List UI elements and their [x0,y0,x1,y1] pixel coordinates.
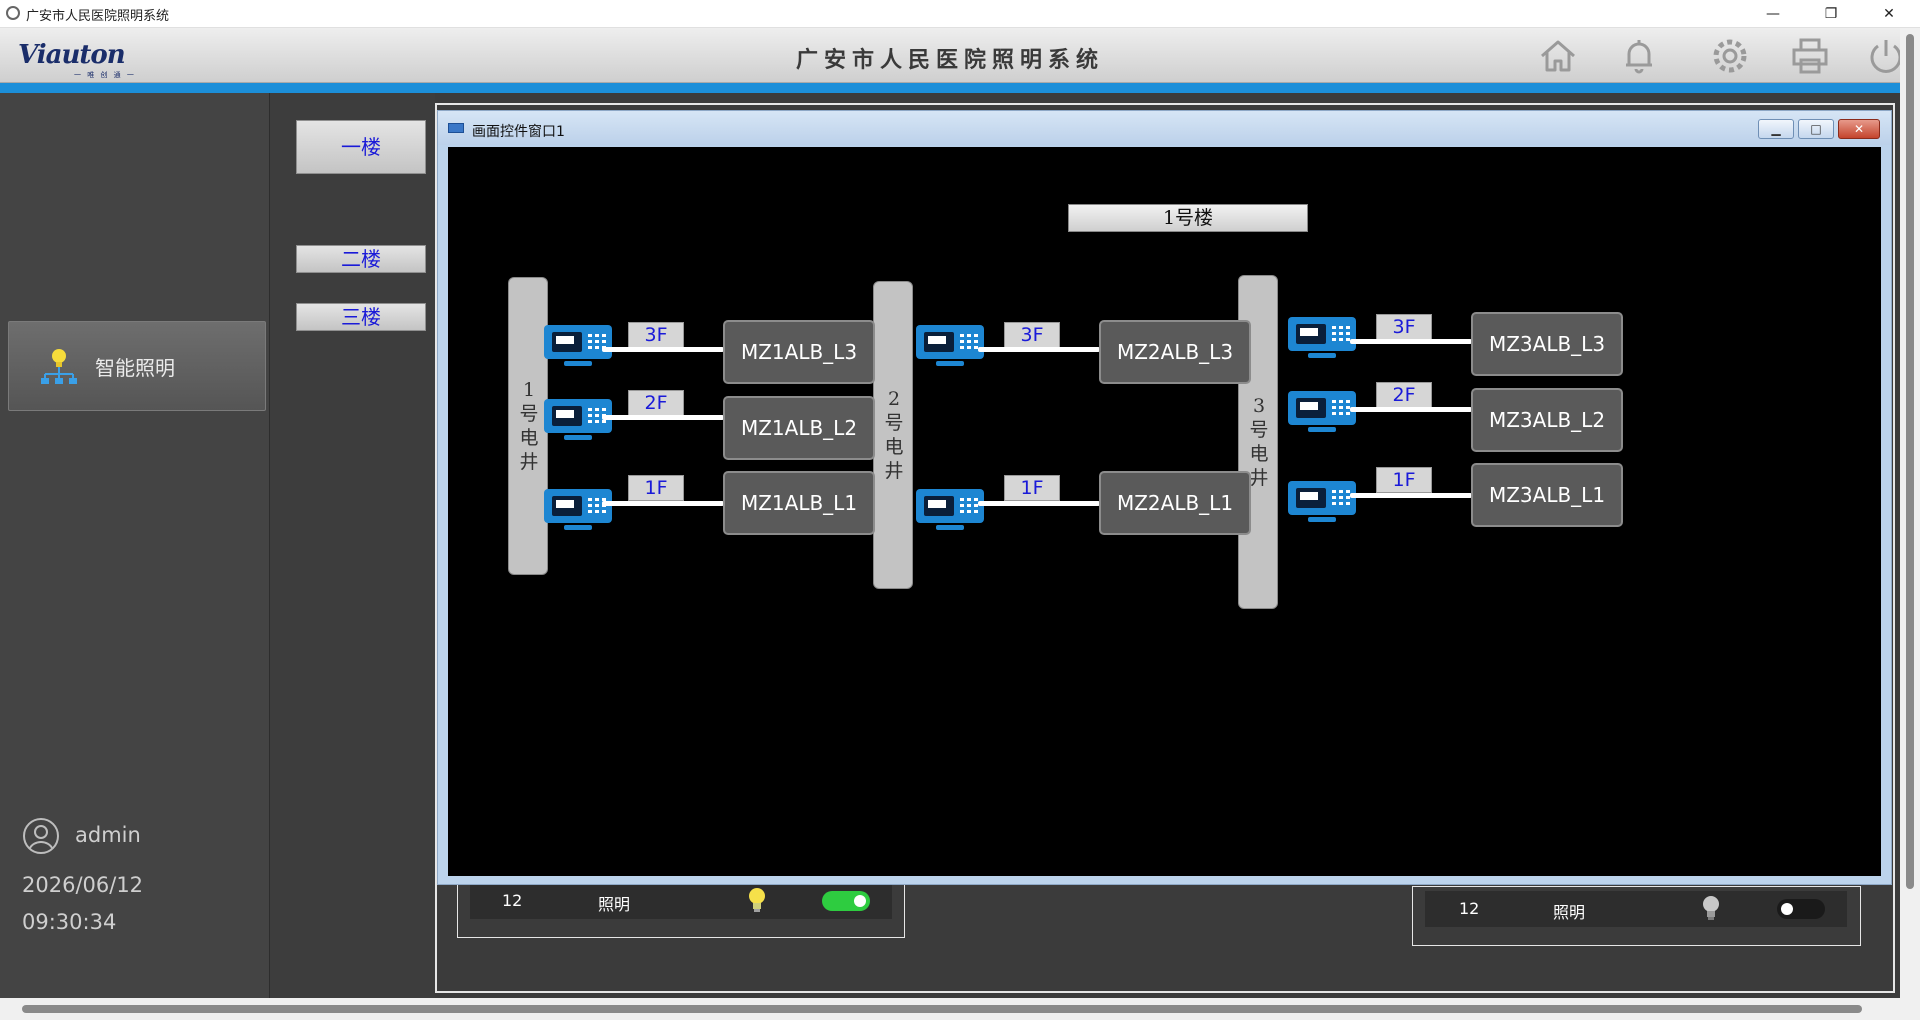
floor-button-2[interactable]: 二楼 [296,245,426,273]
printer-icon[interactable] [1788,34,1832,78]
sidebar: 智能照明 admin 2026/06/12 09:30:34 [0,93,270,998]
device-row: 12 照明 [1425,891,1847,927]
panel-MZ1ALB-L3[interactable]: MZ1ALB_L3 [723,320,875,384]
building-label: 1号楼 [1068,204,1308,232]
vertical-scroll-thumb[interactable] [1906,34,1914,889]
dialog-minimize-button[interactable]: ▁ [1758,119,1794,139]
connection-line [978,347,1100,352]
panel-MZ1ALB-L2[interactable]: MZ1ALB_L2 [723,396,875,460]
shaft-2[interactable]: 2号电井 [873,281,913,589]
distribution-device-icon[interactable] [1286,389,1358,435]
panel-MZ3ALB-L1[interactable]: MZ3ALB_L1 [1471,463,1623,527]
horizontal-scrollbar[interactable] [0,998,1900,1020]
minimize-button[interactable]: — [1750,0,1796,28]
toggle-knob [854,895,866,907]
distribution-device-icon[interactable] [1286,479,1358,525]
nav-item-label: 智能照明 [95,356,175,380]
restore-button[interactable]: ❐ [1808,0,1854,28]
panel-MZ2ALB-L1[interactable]: MZ2ALB_L1 [1099,471,1251,535]
device-number: 12 [1459,899,1480,918]
bell-icon[interactable] [1617,34,1661,78]
connection-line [1350,339,1472,344]
app-header: Viauton 一 唯 创 通 一 广安市人民医院照明系统 [0,28,1900,83]
nav-item-smart-lighting[interactable]: 智能照明 [8,321,266,411]
floor-button-3[interactable]: 三楼 [296,303,426,331]
os-titlebar: 广安市人民医院照明系统 — ❐ ✕ [0,0,1920,28]
distribution-device-icon[interactable] [1286,315,1358,361]
floor-tag: 1F [628,475,684,501]
dialog-maximize-button[interactable]: □ [1798,119,1834,139]
floor-selector-panel [270,93,435,998]
app-title: 广安市人民医院照明系统 [795,47,1104,73]
current-time: 09:30:34 [22,910,117,934]
power-icon[interactable] [1864,34,1900,78]
dialog-close-button[interactable]: ✕ [1838,119,1880,139]
gear-icon[interactable] [1708,34,1752,78]
horizontal-scroll-thumb[interactable] [22,1005,1862,1013]
connection-line [978,501,1100,506]
panel-MZ2ALB-L3[interactable]: MZ2ALB_L3 [1099,320,1251,384]
device-card-1: 12 照明 [457,878,905,938]
home-icon[interactable] [1536,34,1580,78]
connection-line [602,347,724,352]
floor-tag: 2F [628,390,684,416]
panel-MZ3ALB-L3[interactable]: MZ3ALB_L3 [1471,312,1623,376]
connection-line [1350,407,1472,412]
panel-MZ1ALB-L1[interactable]: MZ1ALB_L1 [723,471,875,535]
lighting-toggle-off[interactable] [1777,899,1825,919]
lightbulb-off-icon [1700,894,1722,924]
wiring-canvas: 1号楼 1号电井 2号电井 3号电井 3F MZ1ALB_L3 2F MZ1AL… [448,147,1881,876]
vertical-scrollbar[interactable] [1900,28,1920,1020]
floor-tag: 3F [1004,322,1060,348]
connection-line [602,415,724,420]
control-window: 画面控件窗口1 ▁ □ ✕ 1号楼 1号电井 2号电井 3号电井 3F MZ1A… [437,110,1892,885]
window-title: 广安市人民医院照明系统 [26,9,170,24]
device-label: 照明 [598,895,631,914]
control-window-title: 画面控件窗口1 [472,124,565,140]
close-button[interactable]: ✕ [1866,0,1912,28]
connection-line [1350,493,1472,498]
distribution-device-icon[interactable] [542,323,614,369]
app-icon [6,6,20,20]
shaft-2-label: 2号电井 [884,388,904,482]
distribution-device-icon[interactable] [914,487,986,533]
control-window-titlebar[interactable]: 画面控件窗口1 ▁ □ ✕ [438,111,1891,145]
distribution-device-icon[interactable] [542,487,614,533]
floor-tag: 2F [1376,382,1432,408]
lightbulb-on-icon [746,886,768,916]
lighting-toggle-on[interactable] [822,891,870,911]
user-name: admin [75,823,141,847]
toggle-knob [1781,903,1793,915]
device-number: 12 [502,891,523,910]
user-avatar-icon [22,817,60,855]
floor-tag: 1F [1376,467,1432,493]
lightbulb-network-icon [37,346,81,390]
distribution-device-icon[interactable] [914,323,986,369]
device-row: 12 照明 [470,883,892,919]
floor-tag: 1F [1004,475,1060,501]
distribution-device-icon[interactable] [542,397,614,443]
device-label: 照明 [1553,903,1586,922]
device-card-2: 12 照明 [1412,886,1861,946]
floor-tag: 3F [628,322,684,348]
floor-tag: 3F [1376,314,1432,340]
connection-line [602,501,724,506]
window-icon [448,123,464,133]
header-accent-strip [0,83,1900,93]
current-date: 2026/06/12 [22,873,144,897]
panel-MZ3ALB-L2[interactable]: MZ3ALB_L2 [1471,388,1623,452]
floor-button-1[interactable]: 一楼 [296,120,426,174]
